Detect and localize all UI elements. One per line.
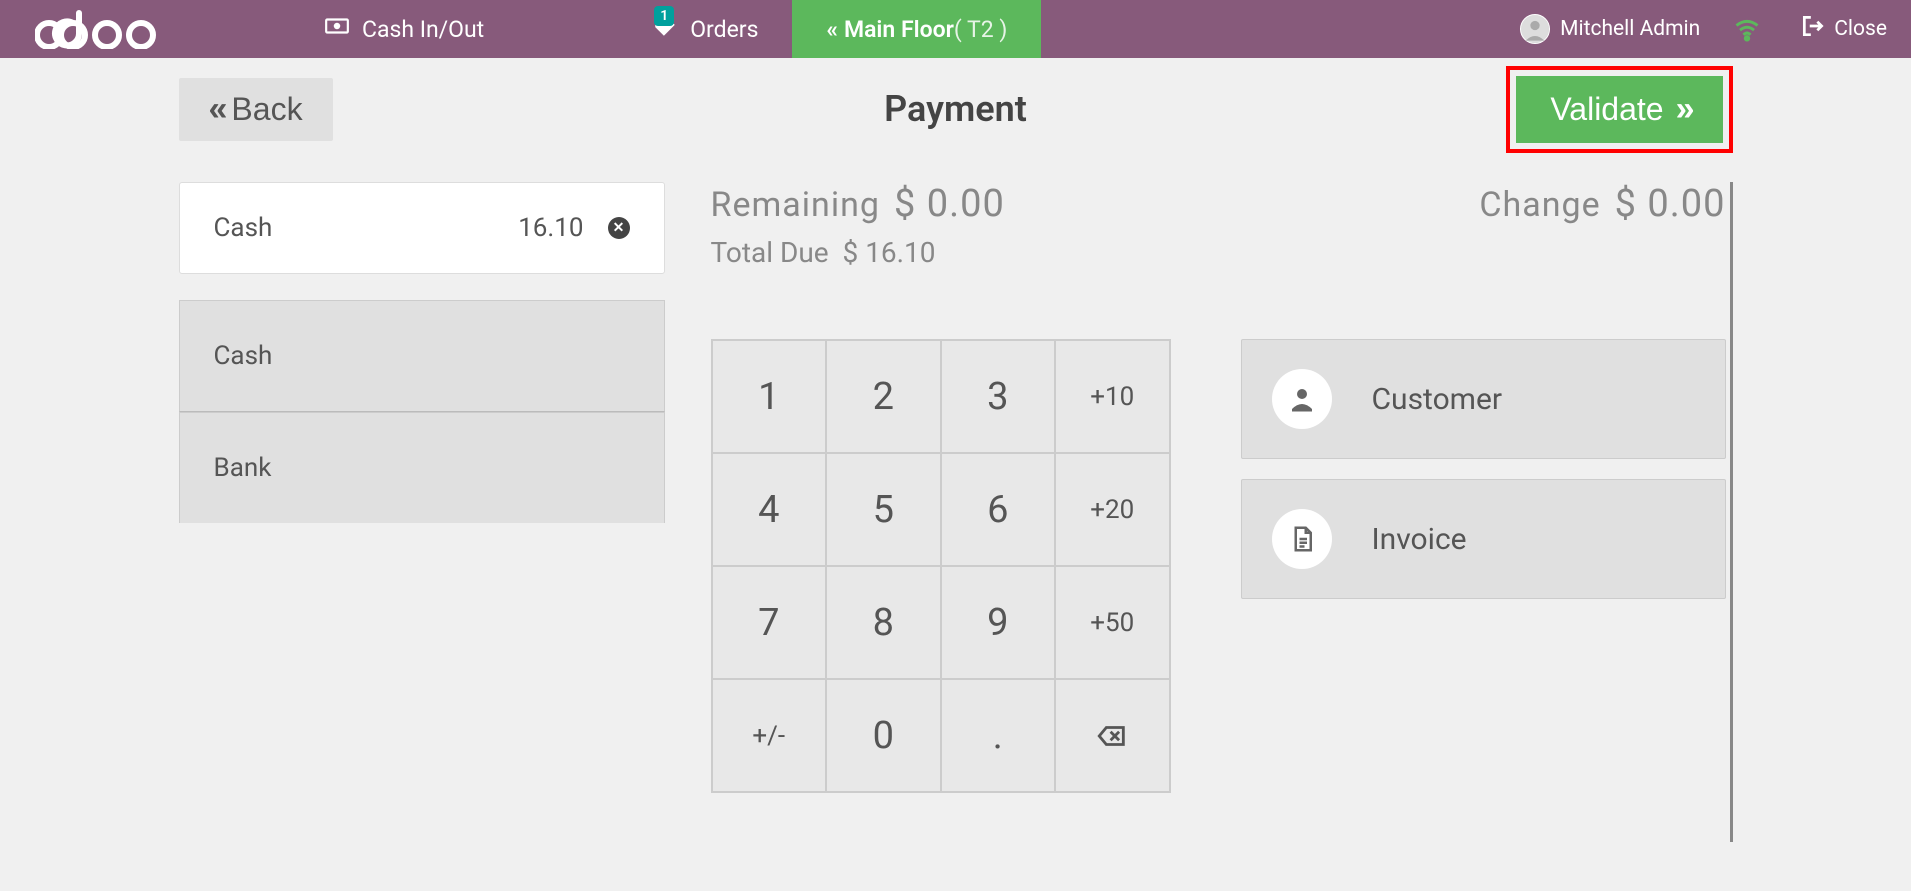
payment-line-method: Cash [214, 213, 273, 243]
key-8[interactable]: 8 [826, 566, 941, 679]
payment-method-bank[interactable]: Bank [179, 412, 665, 523]
floor-button[interactable]: « Main Floor( T2 ) [792, 0, 1041, 58]
key-6[interactable]: 6 [941, 453, 1056, 566]
method-label: Bank [214, 453, 272, 483]
total-due-label: Total Due [711, 236, 829, 269]
backspace-icon [1095, 719, 1129, 753]
key-7[interactable]: 7 [712, 566, 827, 679]
close-label: Close [1834, 17, 1887, 41]
key-0[interactable]: 0 [826, 679, 941, 792]
key-5[interactable]: 5 [826, 453, 941, 566]
key-1[interactable]: 1 [712, 340, 827, 453]
orders-badge: 1 [654, 6, 674, 26]
floor-label: Main Floor [844, 16, 954, 43]
key-dot[interactable]: . [941, 679, 1056, 792]
validate-button[interactable]: Validate » [1516, 76, 1722, 143]
chevron-left-icon: « [209, 90, 222, 129]
key-3[interactable]: 3 [941, 340, 1056, 453]
key-2[interactable]: 2 [826, 340, 941, 453]
back-label: Back [231, 91, 302, 128]
page-title: Payment [884, 88, 1027, 130]
signout-icon [1800, 13, 1826, 45]
avatar [1520, 14, 1550, 44]
remaining-value: $ 0.00 [894, 182, 1005, 226]
odoo-logo [0, 0, 200, 58]
close-button[interactable]: Close [1776, 13, 1911, 45]
chevron-left-icon: « [826, 16, 832, 43]
orders-label: Orders [690, 16, 758, 43]
payment-line-amount: 16.10 [518, 213, 583, 243]
validate-label: Validate [1550, 91, 1663, 128]
cash-label: Cash In/Out [362, 16, 484, 43]
customer-icon [1272, 369, 1332, 429]
user-name: Mitchell Admin [1560, 17, 1700, 41]
invoice-button[interactable]: Invoice [1241, 479, 1726, 599]
cash-in-out-button[interactable]: Cash In/Out [290, 0, 518, 58]
wifi-icon [1732, 15, 1762, 43]
validate-highlight: Validate » [1506, 66, 1732, 153]
key-plus50[interactable]: +50 [1055, 566, 1170, 679]
orders-button[interactable]: 1 Orders [618, 0, 792, 58]
key-sign[interactable]: +/- [712, 679, 827, 792]
user-menu[interactable]: Mitchell Admin [1502, 14, 1718, 44]
total-due-value: $ 16.10 [843, 236, 936, 269]
cash-icon [324, 13, 350, 45]
change-value: $ 0.00 [1615, 182, 1726, 226]
payment-method-cash[interactable]: Cash [179, 300, 665, 412]
remaining-label: Remaining [711, 185, 880, 225]
key-plus20[interactable]: +20 [1055, 453, 1170, 566]
invoice-label: Invoice [1372, 522, 1467, 557]
chevron-right-icon: » [1676, 90, 1689, 129]
payment-line[interactable]: Cash 16.10 ✕ [179, 182, 665, 274]
numeric-keypad: 1 2 3 +10 4 5 6 +20 7 8 9 +50 +/- 0 . [711, 339, 1171, 793]
key-plus10[interactable]: +10 [1055, 340, 1170, 453]
customer-button[interactable]: Customer [1241, 339, 1726, 459]
floor-table: ( T2 ) [954, 16, 1008, 43]
invoice-icon [1272, 509, 1332, 569]
change-label: Change [1479, 185, 1600, 225]
method-label: Cash [214, 341, 273, 371]
key-backspace[interactable] [1055, 679, 1170, 792]
customer-label: Customer [1372, 382, 1503, 417]
back-button[interactable]: « Back [179, 78, 333, 141]
key-4[interactable]: 4 [712, 453, 827, 566]
delete-line-icon[interactable]: ✕ [608, 217, 630, 239]
key-9[interactable]: 9 [941, 566, 1056, 679]
